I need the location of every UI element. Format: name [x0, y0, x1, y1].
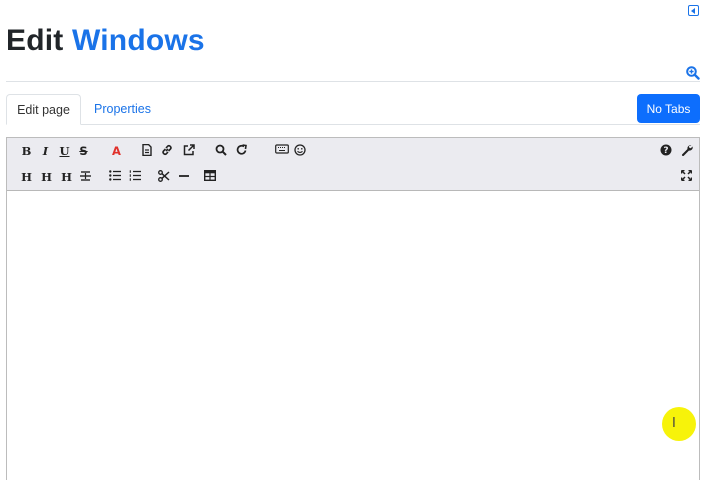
title-divider: [6, 81, 700, 82]
page-title: Edit Windows: [6, 22, 205, 60]
tab-properties[interactable]: Properties: [82, 94, 163, 125]
mouse-cursor-highlight: I: [662, 407, 696, 441]
table-icon[interactable]: [203, 170, 216, 184]
fullscreen-icon[interactable]: [680, 170, 693, 184]
heading1-icon[interactable]: H: [20, 170, 33, 184]
title-page-name: Windows: [72, 24, 205, 57]
font-color-icon[interactable]: A: [110, 144, 123, 158]
wrench-icon[interactable]: [680, 144, 693, 158]
editor-text-area[interactable]: [7, 191, 699, 481]
align-center-icon[interactable]: [79, 170, 92, 184]
link-icon[interactable]: [160, 144, 173, 158]
cut-icon[interactable]: [157, 170, 170, 184]
strikethrough-icon[interactable]: S: [77, 144, 90, 158]
text-cursor-icon: I: [672, 416, 676, 431]
tab-edit-page[interactable]: Edit page: [6, 94, 81, 125]
bullet-list-icon[interactable]: [108, 170, 121, 184]
collapse-sidebar-icon[interactable]: [688, 5, 699, 16]
heading2-icon[interactable]: H: [40, 170, 53, 184]
search-icon[interactable]: [214, 144, 227, 158]
external-link-icon[interactable]: [182, 144, 195, 158]
italic-icon[interactable]: I: [39, 144, 52, 158]
redo-icon[interactable]: [235, 144, 248, 158]
no-tabs-button[interactable]: No Tabs: [637, 94, 700, 123]
heading3-icon[interactable]: H: [60, 170, 73, 184]
help-icon[interactable]: ?: [659, 144, 672, 158]
underline-icon[interactable]: U: [58, 144, 71, 158]
title-prefix: Edit: [6, 24, 64, 57]
smiley-icon[interactable]: [293, 144, 306, 158]
toolbar-row-2: H H H: [7, 164, 699, 191]
numbered-list-icon[interactable]: [128, 170, 141, 184]
tabs-divider: [81, 124, 700, 125]
zoom-in-icon[interactable]: [686, 66, 700, 80]
file-icon[interactable]: [140, 144, 153, 158]
markdown-editor[interactable]: B I U S A ? H H H: [6, 137, 700, 480]
horizontal-rule-icon[interactable]: [177, 170, 190, 184]
svg-text:?: ?: [663, 146, 668, 156]
bold-icon[interactable]: B: [20, 144, 33, 158]
keyboard-icon[interactable]: [275, 144, 289, 158]
toolbar-row-1: B I U S A ?: [7, 138, 699, 165]
